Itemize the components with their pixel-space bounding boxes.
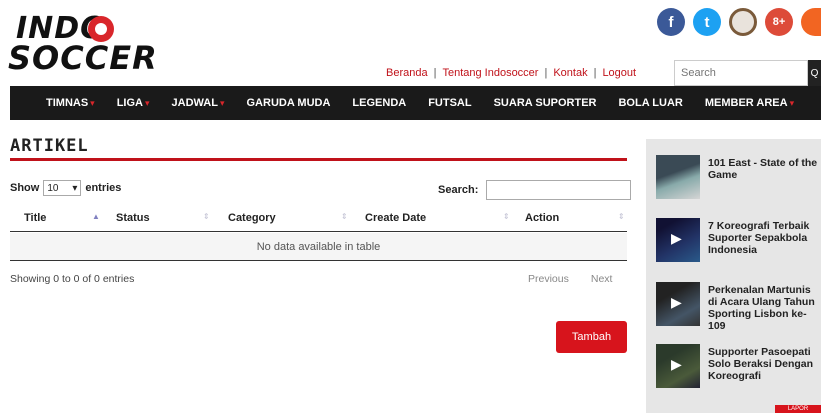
play-icon[interactable]	[656, 344, 700, 388]
topnav-kontak[interactable]: Kontak	[553, 67, 587, 79]
topnav-logout[interactable]: Logout	[602, 67, 636, 79]
nav-label: MEMBER AREA	[704, 97, 788, 109]
topnav-tentang[interactable]: Tentang Indosoccer	[442, 67, 538, 79]
empty-table-message: No data available in table	[10, 233, 627, 261]
site-search-input[interactable]	[674, 60, 808, 86]
title-divider	[10, 158, 627, 161]
caret-down-icon: ▾	[219, 97, 225, 108]
video-sidebar: 101 East - State of the Game 7 Koreograf…	[646, 139, 821, 413]
sidebar-video-item[interactable]: 7 Koreografi Terbaik Suporter Sepakbola …	[656, 218, 821, 268]
add-article-button[interactable]: Tambah	[556, 321, 627, 353]
play-icon[interactable]	[656, 218, 700, 262]
nav-item-futsal[interactable]: FUTSAL	[428, 97, 471, 109]
entries-select[interactable]: 10 ▾	[43, 180, 82, 196]
table-info: Showing 0 to 0 of 0 entries	[10, 273, 135, 285]
nav-item-bola-luar[interactable]: BOLA LUAR	[618, 97, 682, 109]
next-button[interactable]: Next	[591, 273, 613, 285]
logo-line-2: SOCCER	[8, 39, 158, 77]
chevron-down-icon: ▾	[72, 182, 78, 194]
nav-item-jadwal[interactable]: JADWAL ▾	[172, 97, 225, 109]
report-tab[interactable]: LAPOR	[775, 405, 821, 413]
nav-item-suara-suporter[interactable]: SUARA SUPORTER	[494, 97, 597, 109]
nav-item-liga[interactable]: LIGA ▾	[117, 97, 150, 109]
table-search: Search:	[438, 180, 632, 200]
nav-label: BOLA LUAR	[618, 97, 683, 109]
sort-asc-icon[interactable]: ▲	[92, 212, 100, 221]
nav-item-member-area[interactable]: MEMBER AREA ▾	[705, 97, 794, 109]
facebook-icon[interactable]: f	[657, 8, 685, 36]
divider: |	[593, 67, 597, 79]
column-create-date[interactable]: Create Date	[365, 212, 426, 224]
instagram-icon[interactable]	[729, 8, 757, 36]
sort-icon[interactable]: ⇕	[618, 212, 625, 221]
site-logo[interactable]: INDO SOCCER	[8, 14, 157, 76]
caret-down-icon: ▾	[144, 97, 150, 108]
table-search-input[interactable]	[486, 180, 632, 200]
divider: |	[544, 67, 548, 79]
sidebar-video-item[interactable]: Supporter Pasoepati Solo Beraksi Dengan …	[656, 344, 821, 394]
top-nav: Beranda | Tentang Indosoccer | Kontak | Logout	[386, 67, 636, 79]
video-thumbnail[interactable]	[656, 155, 700, 199]
divider: |	[433, 67, 437, 79]
nav-item-garuda-muda[interactable]: GARUDA MUDA	[247, 97, 331, 109]
search-icon[interactable]: Q	[808, 60, 821, 86]
table-header: Title ▲ Status ⇕ Category ⇕ Create Date …	[10, 206, 627, 232]
video-title[interactable]: Supporter Pasoepati Solo Beraksi Dengan …	[708, 346, 821, 382]
video-title[interactable]: 101 East - State of the Game	[708, 157, 821, 181]
previous-button[interactable]: Previous	[528, 273, 569, 285]
nav-label: GARUDA MUDA	[246, 97, 331, 109]
video-title[interactable]: 7 Koreografi Terbaik Suporter Sepakbola …	[708, 220, 821, 256]
twitter-icon[interactable]: t	[693, 8, 721, 36]
sort-icon[interactable]: ⇕	[203, 212, 210, 221]
rss-icon[interactable]	[801, 8, 821, 36]
sort-icon[interactable]: ⇕	[503, 212, 510, 221]
show-label: Show	[10, 182, 40, 194]
video-title[interactable]: Perkenalan Martunis di Acara Ulang Tahun…	[708, 284, 821, 332]
page-title: ARTIKEL	[10, 136, 89, 156]
entries-value: 10	[47, 182, 59, 194]
nav-label: LIGA	[116, 97, 143, 109]
caret-down-icon: ▾	[789, 97, 795, 108]
nav-label: JADWAL	[171, 97, 218, 109]
social-links: f t 8+	[657, 8, 821, 36]
topnav-beranda[interactable]: Beranda	[386, 67, 428, 79]
caret-down-icon: ▾	[90, 97, 95, 108]
site-search: Q	[674, 60, 821, 86]
nav-item-legenda[interactable]: LEGENDA	[352, 97, 406, 109]
sort-icon[interactable]: ⇕	[341, 212, 348, 221]
nav-label: FUTSAL	[428, 97, 472, 109]
google-plus-icon[interactable]: 8+	[765, 8, 793, 36]
nav-label: LEGENDA	[352, 97, 407, 109]
entries-length: Show 10 ▾ entries	[10, 180, 121, 196]
column-action[interactable]: Action	[525, 212, 559, 224]
nav-item-timnas[interactable]: TIMNAS ▾	[46, 97, 95, 109]
pagination: Previous Next	[528, 273, 612, 285]
main-nav: TIMNAS ▾ LIGA ▾ JADWAL ▾ GARUDA MUDA LEGEND…	[10, 86, 821, 120]
nav-label: TIMNAS	[46, 97, 89, 109]
sidebar-video-item[interactable]: 101 East - State of the Game	[656, 155, 821, 205]
play-icon[interactable]	[656, 282, 700, 326]
column-category[interactable]: Category	[228, 212, 276, 224]
column-status[interactable]: Status	[116, 212, 150, 224]
search-label: Search:	[438, 184, 479, 196]
column-title[interactable]: Title	[24, 212, 46, 224]
sidebar-video-item[interactable]: Perkenalan Martunis di Acara Ulang Tahun…	[656, 282, 821, 332]
nav-label: SUARA SUPORTER	[493, 97, 597, 109]
entries-label: entries	[85, 182, 122, 194]
